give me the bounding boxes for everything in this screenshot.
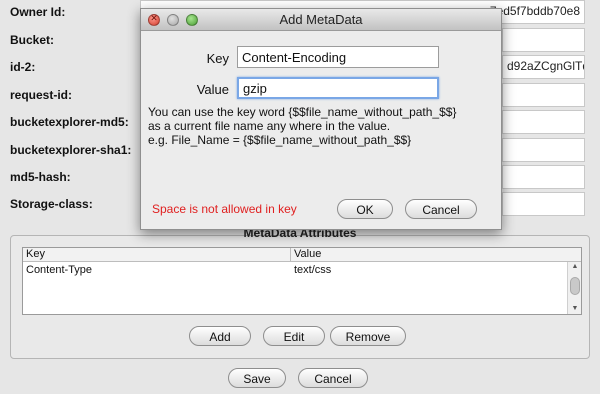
id2-value: d92aZCgnGlTqHJ <box>507 59 584 73</box>
add-metadata-dialog: ✕ Add MetaData Key Value You can use the… <box>140 8 502 230</box>
help-line: You can use the key word {$$file_name_wi… <box>148 105 457 119</box>
scroll-down-arrow-icon[interactable]: ▼ <box>568 304 581 314</box>
help-line: as a current file name any where in the … <box>148 119 391 133</box>
key-input[interactable] <box>237 46 439 68</box>
dialog-cancel-button[interactable]: Cancel <box>405 199 477 219</box>
bucket-field[interactable] <box>502 28 585 52</box>
bucketexplorer-md5-field[interactable] <box>502 110 585 134</box>
storage-class-label: Storage-class: <box>10 197 93 211</box>
md5-row: bucketexplorer-md5: <box>10 112 140 132</box>
column-header-key[interactable]: Key <box>23 248 291 261</box>
request-id-field[interactable] <box>502 83 585 107</box>
column-header-value[interactable]: Value <box>291 248 321 261</box>
close-window-button[interactable]: ✕ <box>148 13 160 26</box>
minimize-window-button[interactable] <box>167 14 179 26</box>
add-button[interactable]: Add <box>189 326 251 346</box>
row-value-cell: text/css <box>294 264 332 276</box>
table-scrollbar[interactable]: ▲ ▼ <box>567 262 581 314</box>
id2-row: id-2: <box>10 57 140 77</box>
ok-button[interactable]: OK <box>337 199 393 219</box>
owner-id-visible-tail: 7ed5f7bddb70e8 <box>489 4 580 18</box>
table-row[interactable]: Content-Type text/css <box>23 262 581 278</box>
dialog-titlebar[interactable]: ✕ Add MetaData <box>141 9 501 31</box>
md5-hash-label: md5-hash: <box>10 170 71 184</box>
md5-hash-row: md5-hash: <box>10 167 140 187</box>
dialog-title: Add MetaData <box>279 12 363 27</box>
bucketexplorer-md5-label: bucketexplorer-md5: <box>10 115 129 129</box>
key-label: Key <box>206 51 229 66</box>
help-line: e.g. File_Name = {$$file_name_without_pa… <box>148 133 412 147</box>
scroll-up-arrow-icon[interactable]: ▲ <box>568 262 581 272</box>
metadata-attributes-group: MetaData Attributes Key Value Content-Ty… <box>10 226 590 359</box>
owner-id-label: Owner Id: <box>10 5 66 19</box>
owner-id-row: Owner Id: <box>10 2 140 22</box>
zoom-window-button[interactable] <box>186 14 198 26</box>
scroll-thumb[interactable] <box>570 277 580 295</box>
row-key-cell: Content-Type <box>26 264 93 276</box>
bucketexplorer-sha1-label: bucketexplorer-sha1: <box>10 143 132 157</box>
validation-error-text: Space is not allowed in key <box>152 202 297 216</box>
id2-field[interactable]: d92aZCgnGlTqHJ <box>502 55 585 79</box>
footer-cancel-button[interactable]: Cancel <box>298 368 368 388</box>
storage-class-row: Storage-class: <box>10 194 140 214</box>
value-input[interactable] <box>237 77 439 99</box>
close-icon: ✕ <box>150 13 158 23</box>
bucket-row: Bucket: <box>10 30 140 50</box>
save-button[interactable]: Save <box>228 368 286 388</box>
id2-label: id-2: <box>10 60 36 74</box>
request-id-label: request-id: <box>10 88 73 102</box>
metadata-table: Key Value Content-Type text/css ▲ ▼ <box>22 247 582 315</box>
md5-hash-field[interactable] <box>502 165 585 189</box>
bucketexplorer-sha1-field[interactable] <box>502 138 585 162</box>
value-label: Value <box>196 82 229 97</box>
remove-button[interactable]: Remove <box>330 326 406 346</box>
bucket-label: Bucket: <box>10 33 55 47</box>
keyword-help-text: You can use the key word {$$file_name_wi… <box>148 105 498 147</box>
storage-class-field[interactable] <box>502 192 585 216</box>
metadata-table-header: Key Value <box>23 248 581 262</box>
edit-button[interactable]: Edit <box>263 326 325 346</box>
request-id-row: request-id: <box>10 85 140 105</box>
sha1-row: bucketexplorer-sha1: <box>10 140 140 160</box>
